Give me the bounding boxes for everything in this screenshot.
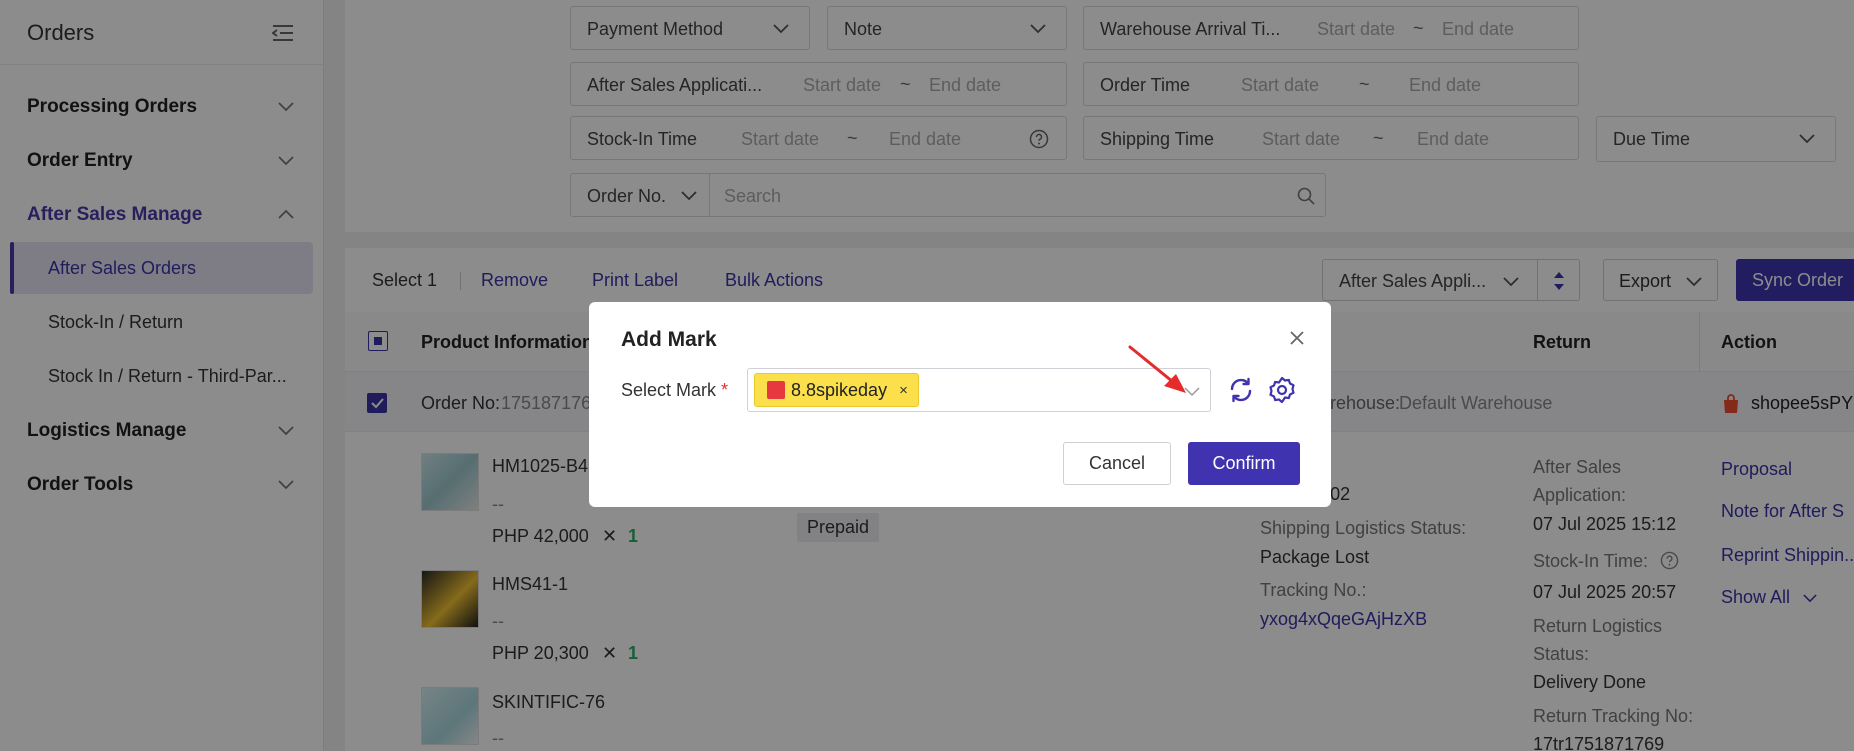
mark-color-swatch xyxy=(767,381,785,399)
confirm-button[interactable]: Confirm xyxy=(1188,442,1300,485)
select-mark-label-text: Select Mark xyxy=(621,380,717,400)
required-indicator: * xyxy=(721,380,729,400)
select-mark-label: Select Mark * xyxy=(621,380,728,401)
cancel-button[interactable]: Cancel xyxy=(1063,442,1171,485)
remove-tag-icon[interactable]: × xyxy=(899,382,908,399)
gear-icon[interactable] xyxy=(1268,376,1296,404)
add-mark-dialog: Add Mark Select Mark * 8.8spikeday × Can… xyxy=(589,302,1331,507)
mark-tag-label: 8.8spikeday xyxy=(791,379,888,400)
annotation-arrow-icon xyxy=(1128,345,1186,393)
refresh-icon[interactable] xyxy=(1227,376,1255,404)
selected-mark-tag: 8.8spikeday × xyxy=(754,373,919,407)
dialog-title: Add Mark xyxy=(621,328,717,351)
close-icon[interactable] xyxy=(1289,330,1305,346)
